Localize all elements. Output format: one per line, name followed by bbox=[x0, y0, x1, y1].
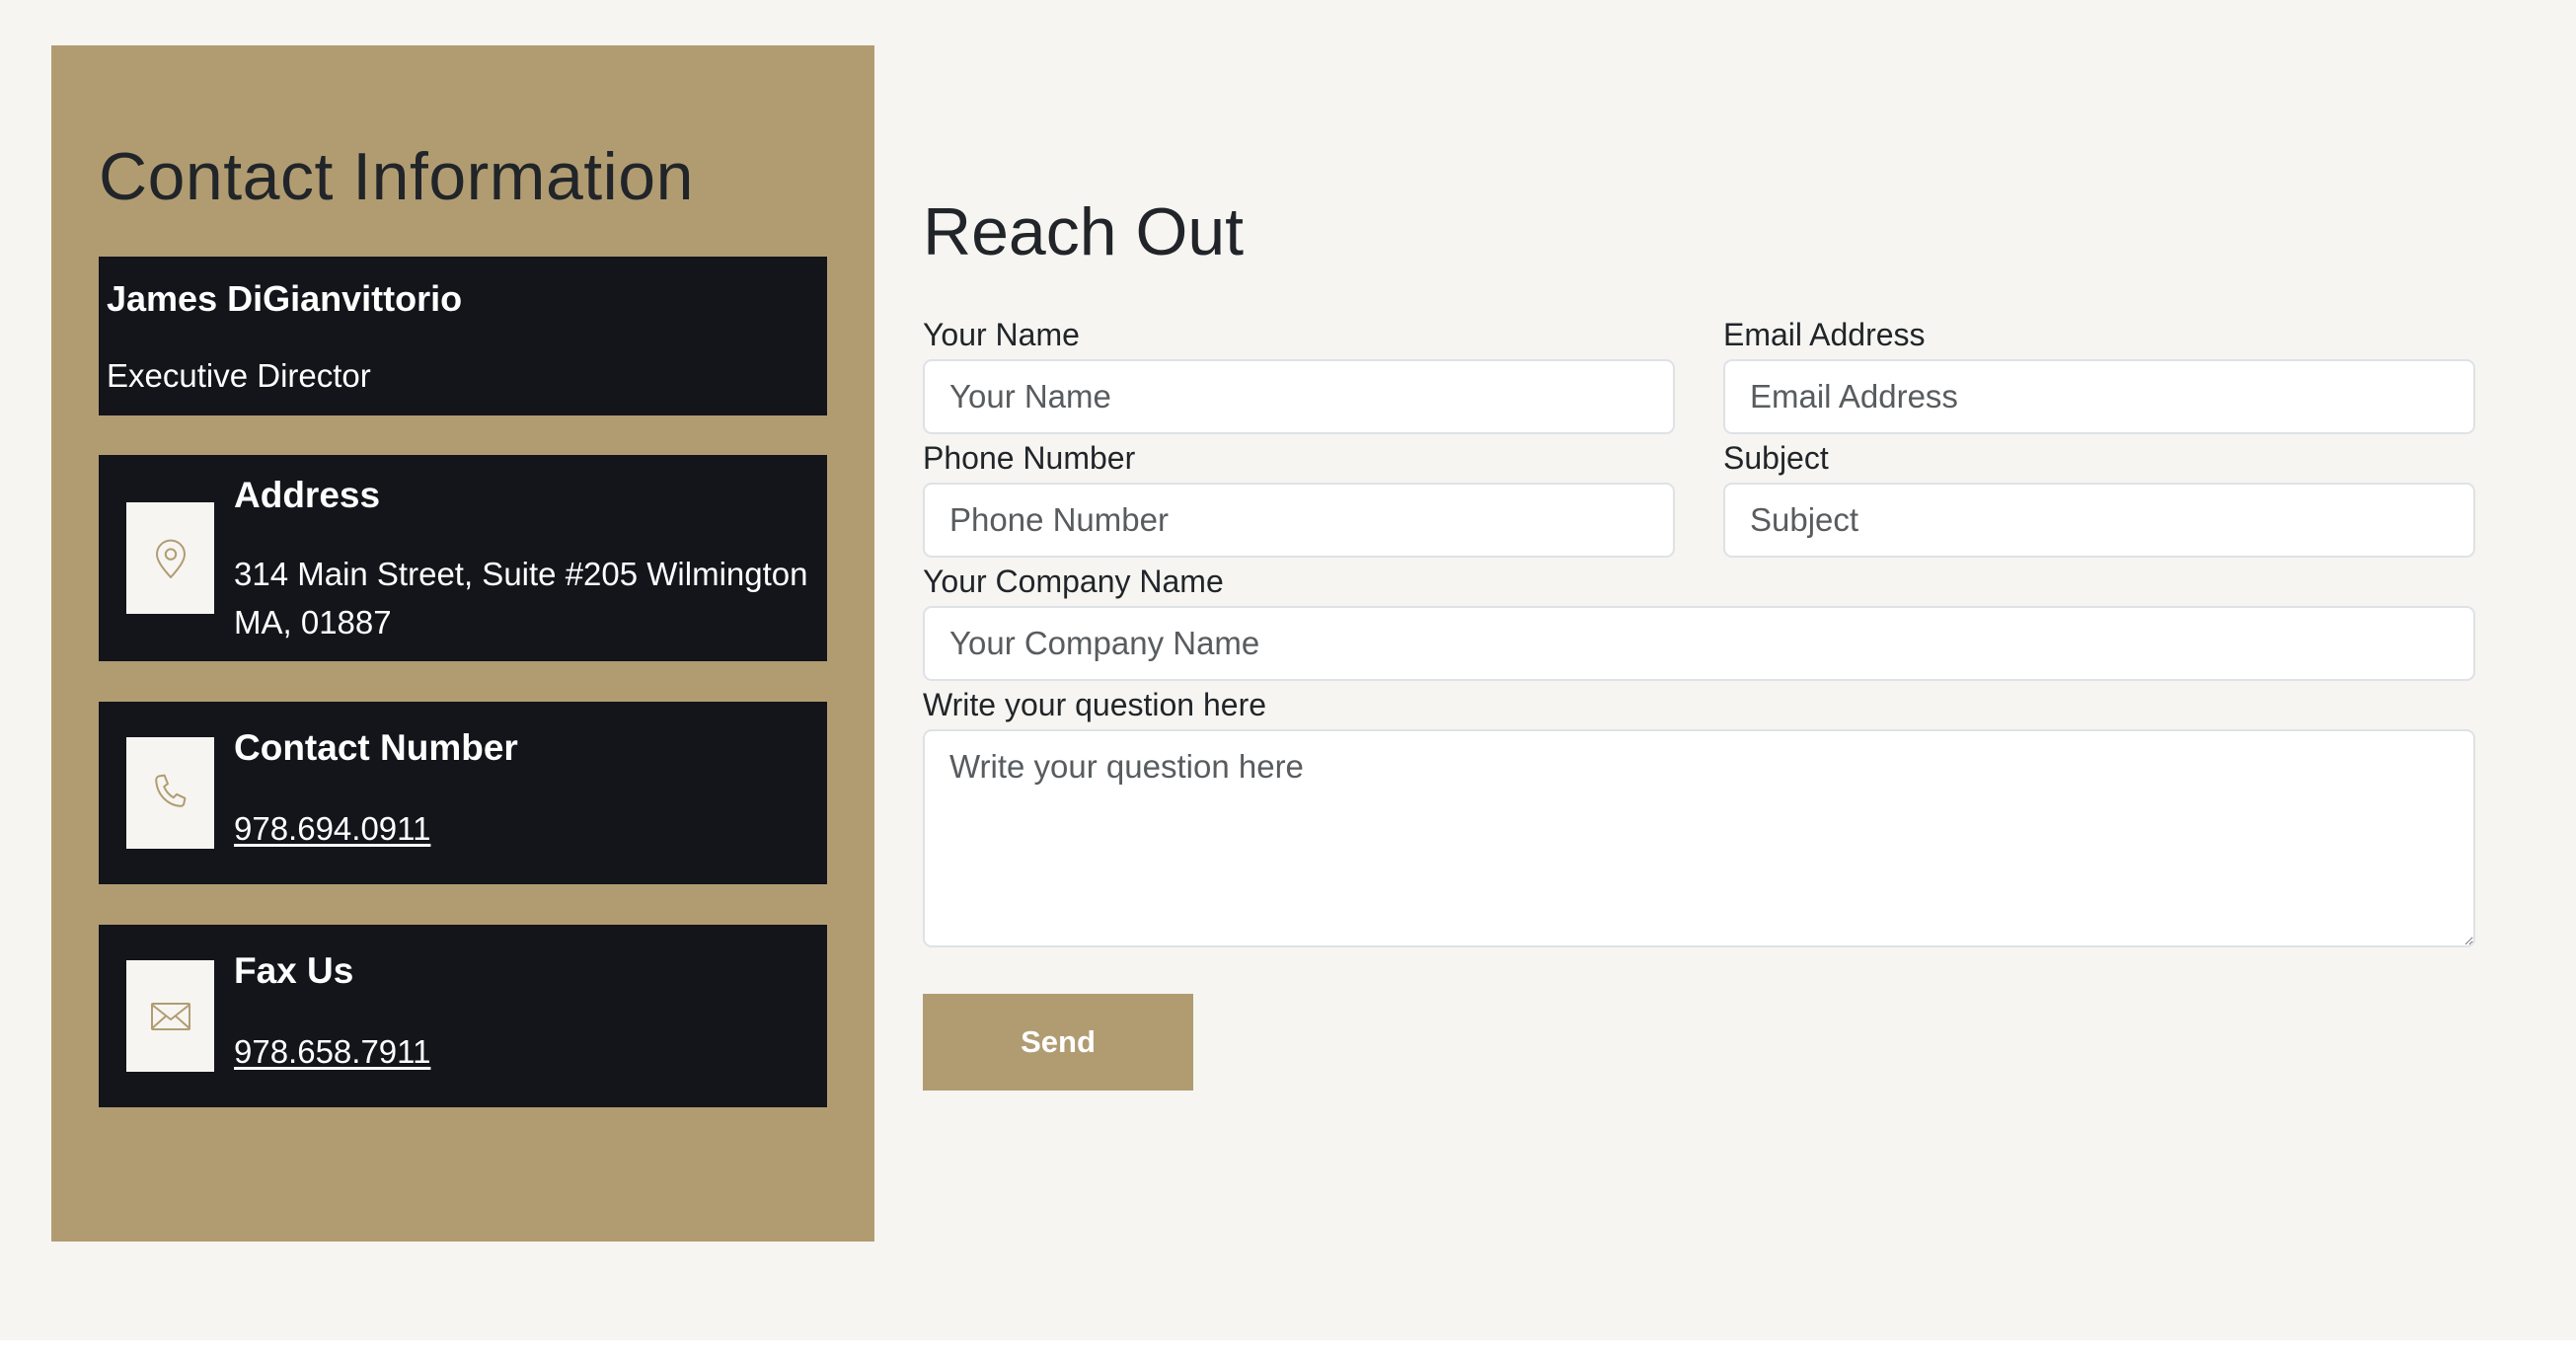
fax-number-link[interactable]: 978.658.7911 bbox=[234, 1033, 430, 1070]
person-role: Executive Director bbox=[107, 357, 371, 394]
phone-icon bbox=[126, 737, 214, 849]
contact-info-title: Contact Information bbox=[99, 139, 694, 214]
phone-card: Contact Number 978.694.0911 bbox=[99, 702, 827, 884]
company-label: Your Company Name bbox=[923, 564, 1224, 599]
envelope-icon bbox=[126, 960, 214, 1072]
address-line-1: 314 Main Street, Suite #205 Wilmington bbox=[234, 556, 808, 592]
phone-number-link[interactable]: 978.694.0911 bbox=[234, 810, 430, 847]
person-name: James DiGianvittorio bbox=[107, 278, 463, 319]
question-label: Write your question here bbox=[923, 687, 1267, 722]
email-input[interactable] bbox=[1723, 359, 2475, 434]
contact-info-panel: Contact Information James DiGianvittorio… bbox=[51, 45, 874, 1242]
question-textarea[interactable] bbox=[923, 729, 2475, 947]
company-input[interactable] bbox=[923, 606, 2475, 681]
fax-heading: Fax Us bbox=[234, 950, 354, 991]
phone-value-wrap: 978.694.0911 bbox=[234, 804, 430, 853]
subject-label: Subject bbox=[1723, 440, 1829, 476]
send-button[interactable]: Send bbox=[923, 994, 1193, 1091]
person-card: James DiGianvittorio Executive Director bbox=[99, 257, 827, 415]
fax-card: Fax Us 978.658.7911 bbox=[99, 925, 827, 1107]
address-heading: Address bbox=[234, 475, 381, 515]
address-text: 314 Main Street, Suite #205 Wilmington M… bbox=[234, 550, 807, 646]
contact-number-heading: Contact Number bbox=[234, 727, 518, 768]
name-label: Your Name bbox=[923, 317, 1080, 352]
phone-label: Phone Number bbox=[923, 440, 1136, 476]
fax-value-wrap: 978.658.7911 bbox=[234, 1027, 430, 1076]
form-title: Reach Out bbox=[923, 194, 1245, 269]
name-input[interactable] bbox=[923, 359, 1675, 434]
subject-input[interactable] bbox=[1723, 483, 2475, 558]
map-pin-icon bbox=[126, 502, 214, 614]
phone-input[interactable] bbox=[923, 483, 1675, 558]
address-card: Address 314 Main Street, Suite #205 Wilm… bbox=[99, 455, 827, 661]
address-line-2: MA, 01887 bbox=[234, 604, 392, 640]
email-label: Email Address bbox=[1723, 317, 1926, 352]
